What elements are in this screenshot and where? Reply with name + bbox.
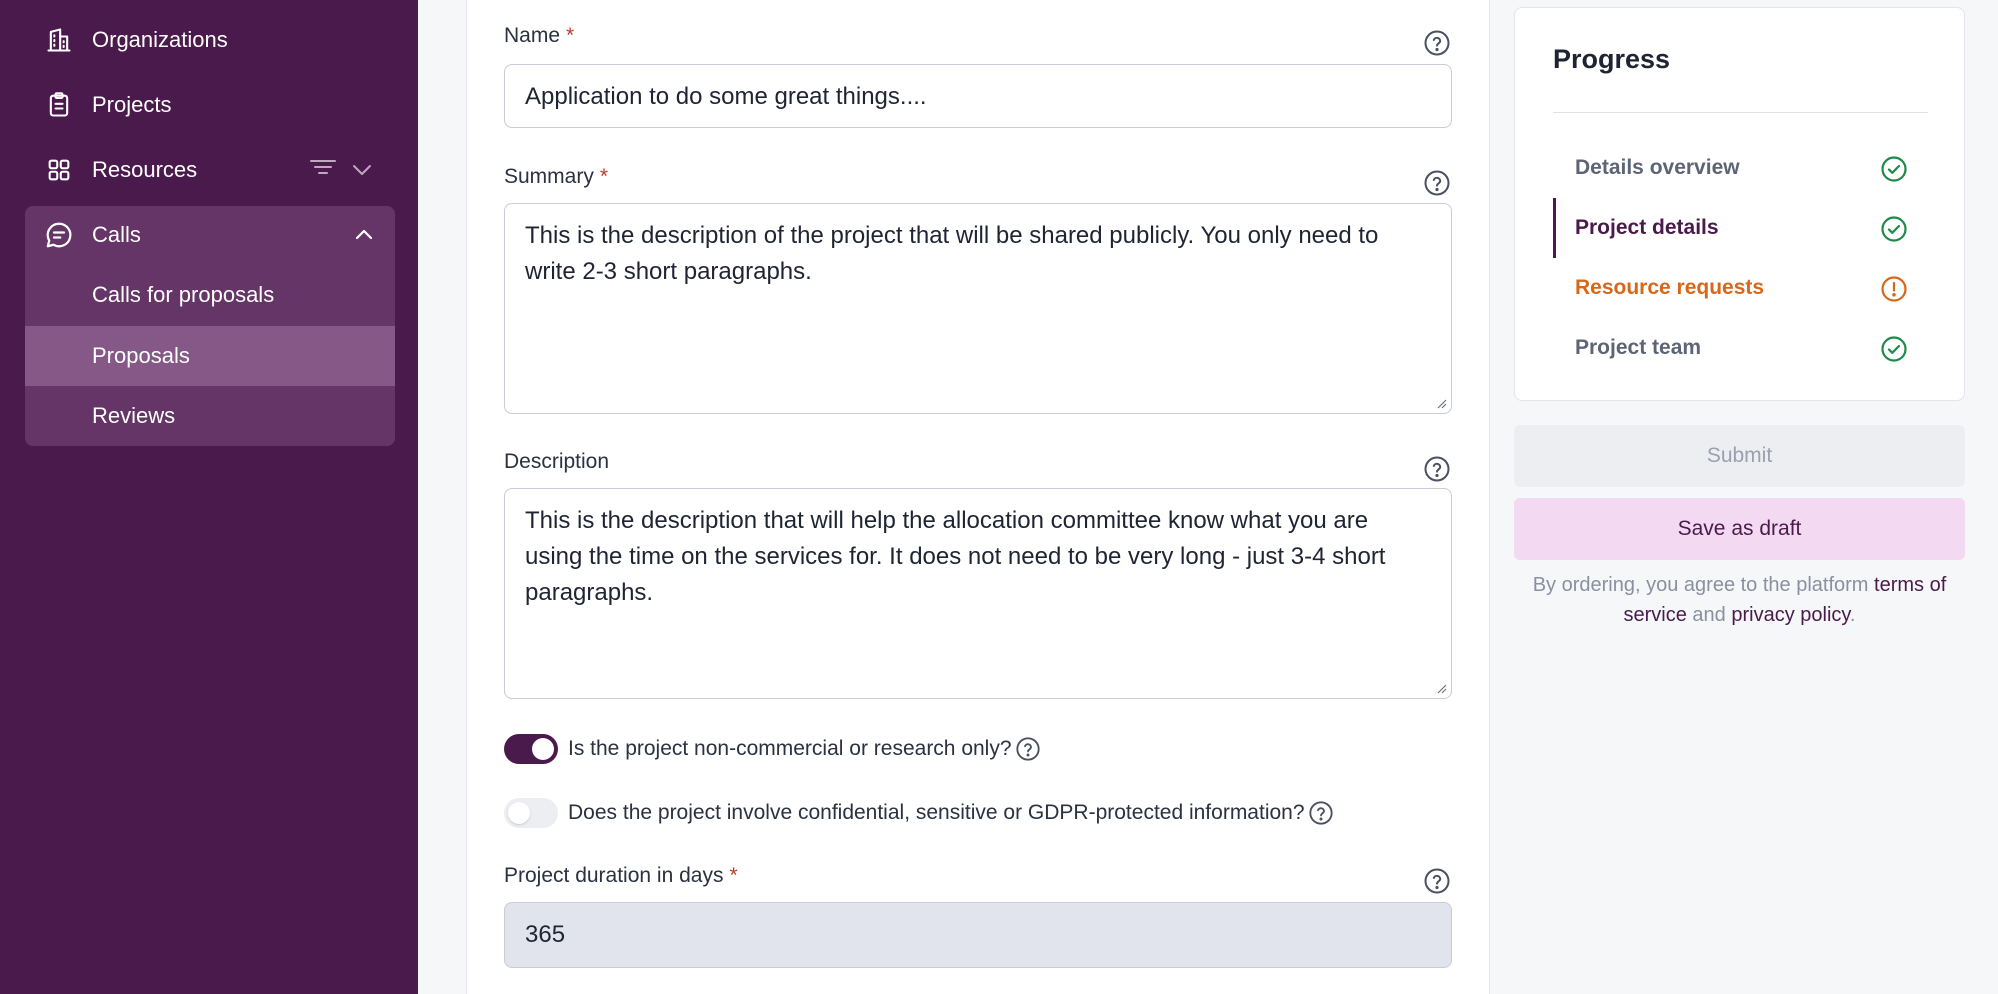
help-icon[interactable]	[1423, 169, 1451, 197]
duration-label: Project duration in days *	[504, 864, 738, 887]
terms-notice: By ordering, you agree to the platform t…	[1514, 570, 1965, 630]
submit-button[interactable]: Submit	[1514, 425, 1965, 487]
non-commercial-label: Is the project non-commercial or researc…	[568, 737, 1012, 760]
save-as-draft-button[interactable]: Save as draft	[1514, 498, 1965, 560]
required-marker: *	[566, 24, 575, 47]
sidebar-item-label: Calls for proposals	[92, 282, 275, 307]
sidebar-item-calls-for-proposals[interactable]: Calls for proposals	[25, 265, 395, 325]
grid-icon	[44, 155, 74, 185]
name-input-value: Application to do some great things....	[525, 83, 927, 110]
resize-handle-icon[interactable]	[1435, 397, 1447, 409]
step-details-overview[interactable]: Details overview	[1553, 138, 1928, 198]
required-marker: *	[729, 864, 738, 887]
step-label: Project team	[1575, 336, 1702, 359]
chevron-up-icon[interactable]	[353, 223, 375, 251]
sidebar-item-label: Resources	[92, 157, 198, 182]
sidebar-item-proposals[interactable]: Proposals	[25, 326, 395, 386]
sidebar-item-resources[interactable]: Resources	[25, 141, 395, 199]
calls-group: Calls Calls for proposals Proposals Revi…	[25, 206, 395, 446]
sidebar-item-label: Organizations	[92, 27, 228, 52]
step-project-details[interactable]: Project details	[1553, 198, 1928, 258]
check-circle-icon	[1881, 156, 1907, 182]
required-marker: *	[599, 165, 609, 188]
non-commercial-toggle[interactable]	[504, 734, 558, 764]
terms-prefix: By ordering, you agree to the platform	[1532, 574, 1875, 596]
sidebar-item-label: Projects	[92, 92, 172, 117]
sidebar-item-label: Calls	[92, 222, 141, 247]
clipboard-icon	[44, 90, 74, 120]
sidebar: Organizations Projects Resources Calls C…	[0, 0, 418, 994]
help-icon[interactable]	[1308, 800, 1334, 826]
chevron-down-icon[interactable]	[351, 157, 373, 183]
resize-handle-icon[interactable]	[1435, 682, 1447, 694]
check-circle-icon	[1881, 216, 1907, 242]
summary-textarea-value: This is the description of the project t…	[525, 222, 1379, 285]
duration-input[interactable]: 365	[504, 902, 1452, 968]
sidebar-item-reviews[interactable]: Reviews	[25, 386, 395, 446]
step-resource-requests[interactable]: Resource requests	[1553, 258, 1928, 318]
building-icon	[44, 25, 74, 55]
privacy-policy-link[interactable]: privacy policy	[1731, 604, 1850, 626]
confidential-label: Does the project involve confidential, s…	[568, 801, 1305, 824]
toggle-knob	[508, 802, 530, 824]
summary-label: Summary *	[504, 165, 609, 188]
sidebar-item-label: Proposals	[92, 343, 190, 368]
step-label: Details overview	[1575, 156, 1740, 179]
toggle-knob	[532, 738, 554, 760]
duration-input-value: 365	[525, 921, 566, 948]
confidential-toggle[interactable]	[504, 798, 558, 828]
name-input[interactable]: Application to do some great things....	[504, 64, 1452, 128]
name-label: Name *	[504, 24, 575, 47]
description-label: Description	[504, 450, 610, 473]
check-circle-icon	[1881, 336, 1907, 362]
summary-textarea[interactable]: This is the description of the project t…	[504, 203, 1452, 414]
confidential-toggle-row: Does the project involve confidential, s…	[504, 798, 1334, 828]
alert-circle-icon	[1881, 276, 1907, 302]
help-icon[interactable]	[1015, 736, 1041, 762]
filter-icon[interactable]	[309, 157, 337, 183]
help-icon[interactable]	[1423, 29, 1451, 57]
progress-title: Progress	[1553, 44, 1671, 74]
terms-middle: and	[1686, 604, 1732, 626]
step-project-team[interactable]: Project team	[1553, 318, 1928, 378]
terms-suffix: .	[1849, 604, 1856, 626]
chat-icon	[44, 220, 74, 250]
help-icon[interactable]	[1423, 867, 1451, 895]
divider	[1553, 112, 1928, 113]
step-label: Project details	[1575, 216, 1719, 239]
non-commercial-toggle-row: Is the project non-commercial or researc…	[504, 734, 1041, 764]
sidebar-item-projects[interactable]: Projects	[25, 76, 395, 134]
sidebar-item-organizations[interactable]: Organizations	[25, 11, 395, 69]
help-icon[interactable]	[1423, 455, 1451, 483]
sidebar-item-calls[interactable]: Calls	[25, 206, 395, 264]
project-details-form: Name * Application to do some great thing…	[466, 0, 1490, 994]
description-textarea-value: This is the description that will help t…	[525, 507, 1386, 606]
sidebar-item-label: Reviews	[92, 403, 176, 428]
progress-card: Progress Details overview Project detail…	[1514, 7, 1965, 401]
description-textarea[interactable]: This is the description that will help t…	[504, 488, 1452, 699]
step-label: Resource requests	[1575, 276, 1765, 299]
